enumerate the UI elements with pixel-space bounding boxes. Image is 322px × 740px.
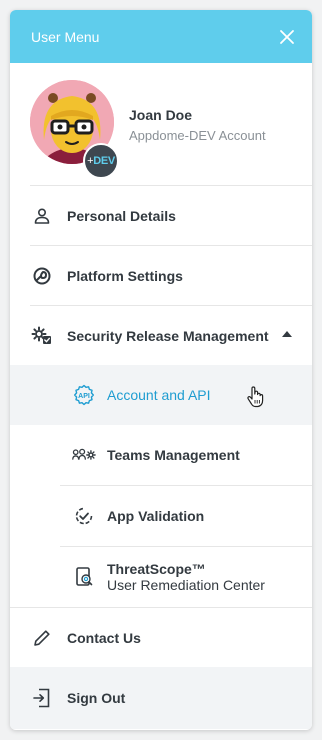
menu-item-platform-settings[interactable]: Platform Settings xyxy=(30,246,312,306)
profile-section: + DEV Joan Doe Appdome-DEV Account xyxy=(30,63,312,186)
gear-check-icon xyxy=(30,324,54,348)
dev-badge-text: DEV xyxy=(93,155,115,167)
submenu-item-teams-management[interactable]: Teams Management xyxy=(60,425,312,486)
sign-out-icon xyxy=(30,686,54,710)
dev-badge: + DEV xyxy=(83,143,119,179)
person-icon xyxy=(30,204,54,228)
submenu-item-label: Teams Management xyxy=(107,447,240,463)
threatscope-icon xyxy=(72,565,96,589)
submenu-item-label: App Validation xyxy=(107,508,205,524)
close-button[interactable] xyxy=(276,26,298,48)
menu-item-security-release-management[interactable]: Security Release Management xyxy=(30,306,312,365)
pencil-icon xyxy=(30,626,54,650)
api-icon: API xyxy=(72,383,96,407)
threatscope-title: ThreatScope™ xyxy=(107,561,206,577)
submenu-item-app-validation[interactable]: App Validation xyxy=(60,486,312,547)
menu-item-contact-us[interactable]: Contact Us xyxy=(30,608,312,667)
menu-item-label: Contact Us xyxy=(67,629,141,646)
account-name: Appdome-DEV Account xyxy=(129,128,266,143)
platform-settings-icon xyxy=(30,264,54,288)
menu-item-label: Sign Out xyxy=(67,690,126,706)
avatar[interactable]: + DEV xyxy=(30,80,119,180)
threatscope-label: ThreatScope™ User Remediation Center xyxy=(107,561,265,593)
user-menu-panel: User Menu + DEV Joan Doe Appdome-DEV Acc… xyxy=(10,10,312,730)
sign-out-button[interactable]: Sign Out xyxy=(10,667,312,729)
submenu-item-threatscope[interactable]: ThreatScope™ User Remediation Center xyxy=(60,547,312,607)
user-name: Joan Doe xyxy=(129,107,193,123)
close-icon xyxy=(280,29,294,44)
menu-item-personal-details[interactable]: Personal Details xyxy=(30,186,312,246)
security-release-submenu: API Account and API Teams Management App… xyxy=(10,365,312,608)
team-gear-icon xyxy=(72,443,96,467)
submenu-item-label: Account and API xyxy=(107,387,211,403)
hand-cursor-icon xyxy=(246,386,266,413)
menu-item-label: Security Release Management xyxy=(67,327,269,344)
menu-title: User Menu xyxy=(31,28,100,45)
menu-header: User Menu xyxy=(10,10,312,63)
api-icon-text: API xyxy=(78,393,90,400)
submenu-item-account-api[interactable]: API Account and API xyxy=(10,365,312,425)
menu-item-label: Platform Settings xyxy=(67,267,183,284)
caret-up-icon[interactable] xyxy=(282,331,292,337)
menu-item-label: Personal Details xyxy=(67,207,176,224)
threatscope-subtitle: User Remediation Center xyxy=(107,577,265,593)
check-circle-icon xyxy=(72,504,96,528)
